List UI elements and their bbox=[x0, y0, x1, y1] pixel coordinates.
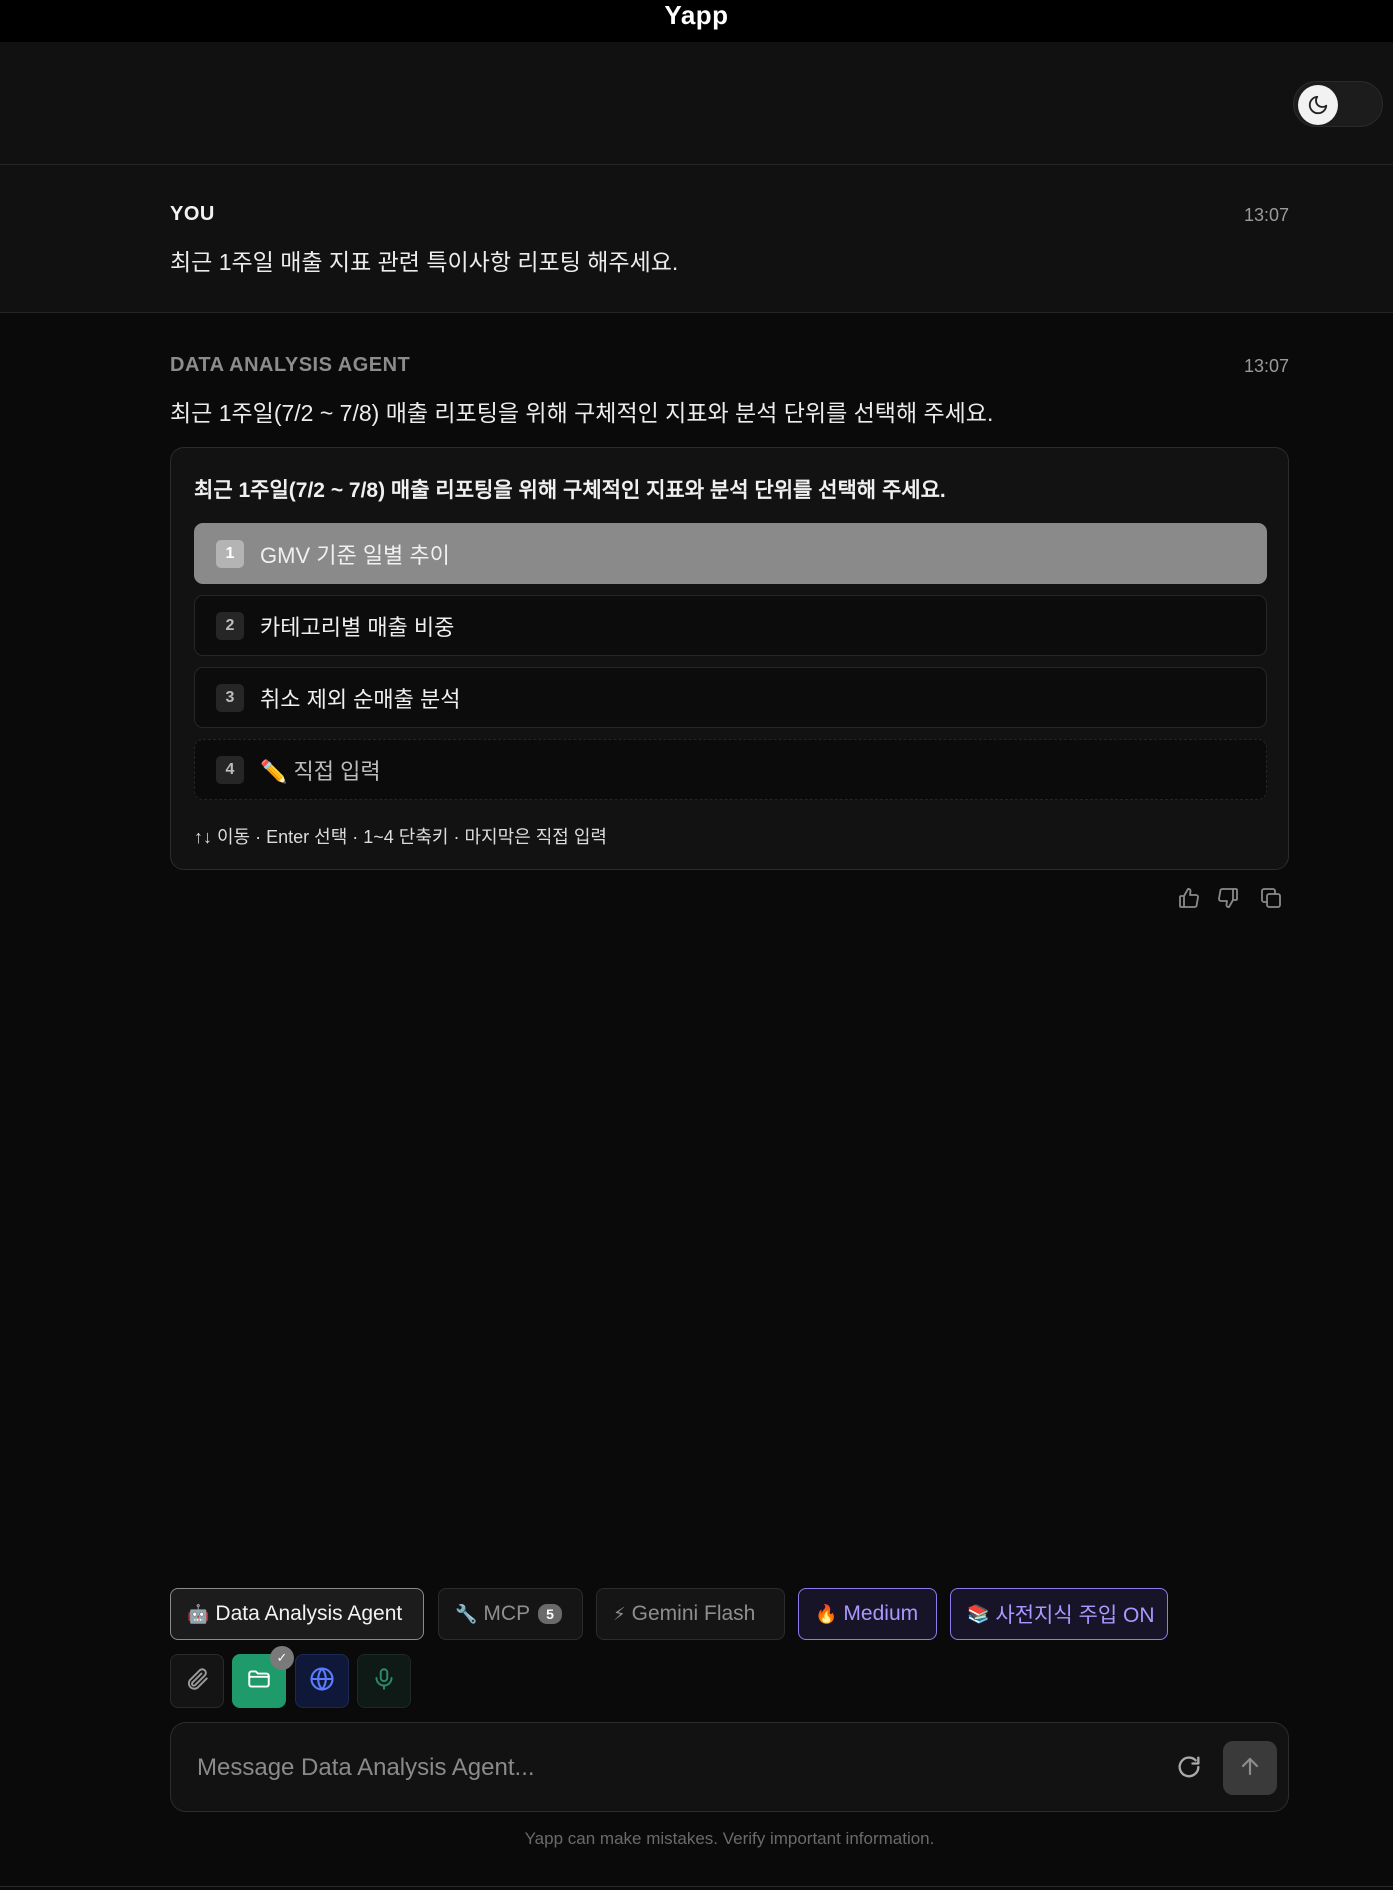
agent-selector[interactable]: 🤖 Data Analysis Agent bbox=[170, 1588, 424, 1640]
option-label: ✏️ 직접 입력 bbox=[260, 758, 381, 784]
user-message-text: 최근 1주일 매출 지표 관련 특이사항 리포팅 해주세요. bbox=[170, 249, 679, 275]
choice-option-1[interactable]: 1 GMV 기준 일별 추이 bbox=[194, 523, 1267, 584]
check-icon: ✓ bbox=[270, 1646, 294, 1670]
option-label: GMV 기준 일별 추이 bbox=[260, 542, 450, 568]
model-selector-label: Gemini Flash bbox=[631, 1602, 756, 1625]
model-selector[interactable]: ⚡ Gemini Flash bbox=[596, 1588, 785, 1640]
thumbs-down-icon[interactable] bbox=[1212, 882, 1244, 914]
knowledge-injection-toggle[interactable]: 📚 사전지식 주입 ON bbox=[950, 1588, 1168, 1640]
effort-selector-label: Medium bbox=[843, 1602, 919, 1625]
theme-toggle[interactable] bbox=[1293, 81, 1383, 127]
choice-card-title: 최근 1주일(7/2 ~ 7/8) 매출 리포팅을 위해 구체적인 지표와 분석… bbox=[194, 479, 946, 502]
option-label: 취소 제외 순매출 분석 bbox=[260, 686, 461, 712]
agent-selector-label: Data Analysis Agent bbox=[215, 1602, 403, 1625]
mcp-selector[interactable]: 🔧 MCP 5 bbox=[438, 1588, 583, 1640]
globe-icon bbox=[308, 1665, 336, 1698]
copy-icon[interactable] bbox=[1255, 882, 1287, 914]
lightning-icon: ⚡ bbox=[613, 1603, 626, 1624]
robot-icon: 🤖 bbox=[187, 1603, 210, 1624]
refresh-icon[interactable] bbox=[1172, 1750, 1206, 1784]
message-input[interactable] bbox=[197, 1743, 1097, 1793]
bottom-divider bbox=[0, 1886, 1393, 1887]
option-number: 1 bbox=[216, 539, 244, 568]
microphone-icon bbox=[371, 1666, 397, 1697]
books-icon: 📚 bbox=[967, 1603, 990, 1624]
option-number: 4 bbox=[216, 755, 244, 784]
arrow-up-icon bbox=[1238, 1754, 1262, 1783]
choice-option-2[interactable]: 2 카테고리별 매출 비중 bbox=[194, 595, 1267, 656]
user-sender-label: YOU bbox=[170, 203, 215, 225]
title-bar: Yapp bbox=[0, 0, 1393, 42]
moon-icon bbox=[1298, 85, 1338, 125]
top-bar bbox=[0, 42, 1393, 165]
mcp-selector-label: MCP bbox=[483, 1602, 531, 1625]
fire-icon: 🔥 bbox=[815, 1603, 838, 1624]
disclaimer-text: Yapp can make mistakes. Verify important… bbox=[524, 1829, 935, 1848]
attach-button[interactable] bbox=[170, 1654, 224, 1708]
agent-sender-label: DATA ANALYSIS AGENT bbox=[170, 354, 411, 376]
effort-selector[interactable]: 🔥 Medium bbox=[798, 1588, 937, 1640]
web-search-button[interactable] bbox=[295, 1654, 349, 1708]
app-title: Yapp bbox=[664, 0, 729, 30]
thumbs-up-icon[interactable] bbox=[1173, 882, 1205, 914]
paperclip-icon bbox=[184, 1666, 210, 1697]
choice-card: 최근 1주일(7/2 ~ 7/8) 매출 리포팅을 위해 구체적인 지표와 분석… bbox=[170, 447, 1289, 870]
knowledge-injection-label: 사전지식 주입 ON bbox=[995, 1604, 1155, 1627]
option-number: 2 bbox=[216, 611, 244, 640]
option-number: 3 bbox=[216, 683, 244, 712]
keyboard-hint: ↑↓ 이동 · Enter 선택 · 1~4 단축키 · 마지막은 직접 입력 bbox=[194, 827, 607, 847]
send-button[interactable] bbox=[1223, 1741, 1277, 1795]
message-composer bbox=[170, 1722, 1289, 1812]
agent-message-time: 13:07 bbox=[1243, 356, 1289, 376]
user-message-time: 13:07 bbox=[1243, 205, 1289, 225]
agent-message-text: 최근 1주일(7/2 ~ 7/8) 매출 리포팅을 위해 구체적인 지표와 분석… bbox=[170, 400, 994, 426]
files-button[interactable]: ✓ bbox=[232, 1646, 294, 1708]
choice-option-4-custom-input[interactable]: 4 ✏️ 직접 입력 bbox=[194, 739, 1267, 800]
choice-option-3[interactable]: 3 취소 제외 순매출 분석 bbox=[194, 667, 1267, 728]
user-message: YOU 13:07 최근 1주일 매출 지표 관련 특이사항 리포팅 해주세요. bbox=[0, 165, 1393, 313]
folder-icon bbox=[246, 1666, 272, 1697]
voice-button[interactable] bbox=[357, 1654, 411, 1708]
option-label: 카테고리별 매출 비중 bbox=[260, 614, 455, 640]
mcp-count-badge: 5 bbox=[538, 1604, 562, 1624]
wrench-icon: 🔧 bbox=[455, 1603, 478, 1624]
